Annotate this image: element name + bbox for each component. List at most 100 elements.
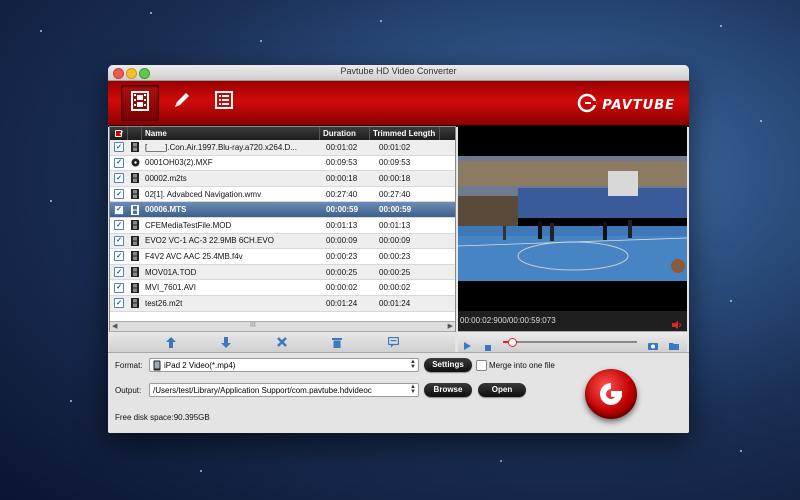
file-row[interactable]: ✓ F4V2 AVC AAC 25.4MB.f4v 00:00:23 00:00:23 [110, 249, 455, 265]
file-duration: 00:00:25 [326, 267, 358, 277]
row-checkbox[interactable]: ✓ [110, 220, 128, 231]
row-checkbox[interactable]: ✓ [110, 142, 128, 153]
film-icon [128, 220, 142, 231]
file-row[interactable]: ✓ 02[1]. Advabced Navigation.wmv 00:27:40 0… [110, 186, 455, 203]
select-all-checkbox[interactable]: ✓ [110, 127, 128, 140]
task-list-button[interactable] [206, 85, 242, 119]
file-trimmed-length: 00:00:02 [379, 283, 411, 293]
scroll-right-icon[interactable]: ▶ [448, 322, 453, 330]
player-controls [458, 331, 687, 352]
stop-icon [485, 345, 491, 351]
file-name: test26.m2t [145, 298, 183, 308]
film-icon [128, 189, 142, 200]
film-icon [129, 90, 151, 117]
file-duration: 00:00:09 [326, 236, 358, 246]
output-path-select[interactable]: /Users/test/Library/Application Support/… [149, 383, 419, 397]
format-value: iPad 2 Video(*.mp4) [164, 361, 236, 370]
file-trimmed-length: 00:00:23 [379, 251, 411, 261]
file-row[interactable]: ✓ test26.m2t 00:01:24 00:01:24 [110, 295, 455, 312]
clear-all-button[interactable] [329, 335, 345, 349]
seek-slider[interactable] [503, 338, 637, 347]
film-icon [128, 267, 142, 278]
file-name: EVO2 VC-1 AC-3 22.9MB 6CH.EVO [145, 236, 274, 246]
remove-button[interactable] [274, 335, 290, 349]
file-name: F4V2 AVC AAC 25.4MB.f4v [145, 251, 243, 261]
format-label: Format: [115, 361, 143, 370]
film-edit-button[interactable] [121, 85, 159, 121]
file-row[interactable]: ✓ 00002.m2ts 00:00:18 00:00:18 [110, 171, 455, 187]
file-name: [____].Con.Air.1997.Blu-ray.a720.x264.D.… [145, 142, 297, 152]
file-duration: 00:01:13 [326, 220, 358, 230]
column-header-duration[interactable]: Duration [320, 127, 370, 140]
file-row[interactable]: ✓ CFEMediaTestFile.MOD 00:01:13 00:01:13 [110, 217, 455, 234]
file-trimmed-length: 00:00:25 [379, 267, 411, 277]
output-path-value: /Users/test/Library/Application Support/… [153, 386, 372, 395]
subtitle-button[interactable] [385, 335, 401, 349]
browse-button[interactable]: Browse [424, 383, 472, 397]
file-row[interactable]: ✓ 0001OH03(2).MXF 00:09:53 00:09:53 [110, 155, 455, 172]
play-icon [464, 342, 471, 350]
scroll-grip: III [250, 322, 256, 329]
film-icon [128, 251, 142, 262]
remove-icon [277, 337, 287, 347]
file-row[interactable]: ✓ 00006.MTS 00:00:59 00:00:59 [110, 202, 455, 218]
merge-label: Merge into one file [489, 361, 555, 370]
file-duration: 00:09:53 [326, 158, 358, 168]
file-duration: 00:00:59 [326, 205, 359, 215]
file-duration: 00:00:18 [326, 173, 358, 183]
edit-button[interactable] [164, 85, 200, 119]
app-window: Pavtube HD Video Converter PAVTUBE ✓ Nam… [108, 65, 689, 433]
file-list: ✓ Name Duration Trimmed Length ✓ [____].C… [109, 126, 456, 332]
list-toolbar [109, 331, 455, 352]
output-label: Output: [115, 386, 142, 395]
file-name: CFEMediaTestFile.MOD [145, 220, 232, 230]
pavtube-logo-icon [577, 93, 597, 118]
film-icon [128, 282, 142, 293]
row-checkbox[interactable]: ✓ [110, 157, 128, 168]
file-trimmed-length: 00:01:13 [379, 220, 411, 230]
folder-icon [669, 343, 679, 350]
row-checkbox[interactable]: ✓ [110, 267, 128, 278]
main-toolbar: PAVTUBE [108, 81, 689, 127]
file-name: 0001OH03(2).MXF [145, 158, 213, 168]
seek-handle[interactable] [508, 338, 518, 347]
row-checkbox[interactable]: ✓ [110, 235, 128, 246]
open-button[interactable]: Open [478, 383, 526, 397]
convert-button[interactable] [585, 369, 637, 419]
move-up-button[interactable] [163, 335, 179, 349]
format-select[interactable]: iPad 2 Video(*.mp4) ▲ ▼ [149, 358, 419, 372]
column-header-name[interactable]: Name [142, 127, 320, 140]
select-arrows-icon: ▲ ▼ [410, 359, 416, 370]
file-trimmed-length: 00:00:09 [379, 236, 411, 246]
output-settings-panel: Format: iPad 2 Video(*.mp4) ▲ ▼ Settings … [108, 352, 689, 433]
file-row[interactable]: ✓ EVO2 VC-1 AC-3 22.9MB 6CH.EVO 00:00:09 00… [110, 233, 455, 250]
timecode-bar: 00:00:02:900/00:00:59:073 [458, 311, 687, 331]
pen-icon [171, 89, 193, 116]
file-duration: 00:01:02 [326, 142, 358, 152]
file-row[interactable]: ✓ MVI_7601.AVI 00:00:02 00:00:02 [110, 280, 455, 296]
row-checkbox[interactable]: ✓ [110, 189, 128, 200]
row-checkbox[interactable]: ✓ [110, 251, 128, 262]
file-name: 00002.m2ts [145, 173, 187, 183]
settings-button[interactable]: Settings [424, 358, 472, 372]
convert-icon [600, 383, 622, 405]
move-down-button[interactable] [218, 335, 234, 349]
file-name: MOV01A.TOD [145, 267, 197, 277]
merge-checkbox[interactable] [476, 360, 487, 371]
disc-icon [128, 158, 142, 167]
film-icon [128, 298, 142, 309]
trash-icon [332, 337, 342, 348]
file-row[interactable]: ✓ MOV01A.TOD 00:00:25 00:00:25 [110, 264, 455, 281]
row-checkbox[interactable]: ✓ [110, 282, 128, 293]
ipad-device-icon [153, 360, 161, 371]
row-checkbox[interactable]: ✓ [110, 298, 128, 309]
free-disk-space: Free disk space:90.395GB [115, 413, 210, 422]
column-header-trimmed[interactable]: Trimmed Length [370, 127, 440, 140]
file-duration: 00:00:23 [326, 251, 358, 261]
move-down-icon [221, 336, 231, 348]
horizontal-scrollbar[interactable]: ◀ III ▶ [110, 321, 455, 331]
file-row[interactable]: ✓ [____].Con.Air.1997.Blu-ray.a720.x264.D… [110, 140, 455, 156]
scroll-left-icon[interactable]: ◀ [112, 322, 117, 330]
row-checkbox[interactable]: ✓ [110, 173, 128, 184]
row-checkbox[interactable]: ✓ [110, 204, 128, 215]
